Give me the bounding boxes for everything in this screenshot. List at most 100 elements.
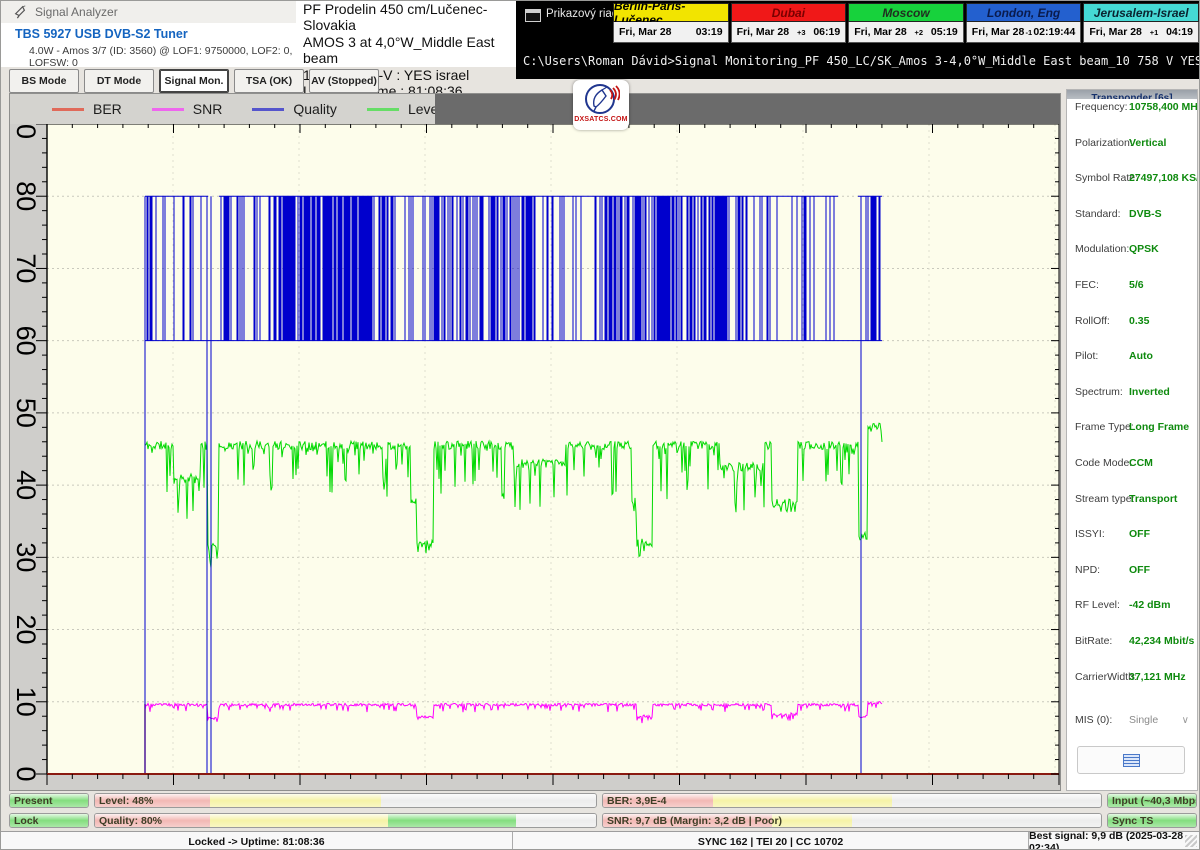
clock-widget[interactable]: London, EngFri, Mar 28-102:19:44	[966, 3, 1082, 47]
legend-swatch-ber	[52, 108, 84, 111]
transponder-row-value: OFF	[1129, 528, 1150, 540]
clock-widget[interactable]: Dubai Fri, Mar 28 +3 06:19	[731, 3, 847, 47]
tab-bs-mode[interactable]: BS Mode	[9, 69, 79, 93]
clock-city: Moscow	[848, 3, 964, 22]
status-bar: Locked -> Uptime: 81:08:36 SYNC 162 | TE…	[1, 831, 1200, 850]
indicator-input-40-3-mbps: Input (~40,3 Mbps)	[1107, 793, 1197, 808]
clock-widget[interactable]: Jerusalem-IsraelFri, Mar 28+104:19	[1083, 3, 1199, 47]
signal-analyzer-window: Signal Analyzer TBS 5927 USB DVB-S2 Tune…	[0, 0, 1200, 850]
resize-grip[interactable]	[1185, 835, 1197, 847]
legend-item-level[interactable]: Level	[367, 101, 441, 117]
signal-monitor-chart: BERSNRQualityLevel 0102030405060708090	[9, 93, 1061, 791]
world-clocks: Berlin-Paris-LučenecFri, Mar 2803:19Duba…	[613, 3, 1199, 47]
tab-av-stopped[interactable]: AV (Stopped)	[309, 69, 379, 93]
transponder-row: Code Mode:CCM	[1067, 457, 1197, 471]
chevron-down-icon[interactable]: ∨	[1182, 715, 1189, 726]
transponder-row-value: Inverted	[1129, 386, 1170, 398]
transponder-row-value: QPSK	[1129, 243, 1159, 255]
clock-time: 05:19	[931, 26, 958, 38]
transponder-row: ISSYI: OFF	[1067, 528, 1197, 542]
transponder-row-value: 0.35	[1129, 315, 1149, 327]
signal-plot: 0102030405060708090	[10, 124, 1062, 792]
tuner-name: TBS 5927 USB DVB-S2 Tuner	[15, 27, 188, 41]
transponder-row: RF Level:-42 dBm	[1067, 599, 1197, 613]
clock-time-row: Fri, Mar 2803:19	[613, 22, 729, 43]
station-line-1: PF Prodelin 450 cm/Lučenec-Slovakia	[296, 1, 516, 34]
transponder-row-label: NPD:	[1075, 564, 1100, 576]
window-title: Signal Analyzer	[35, 5, 118, 19]
tab-dt-mode[interactable]: DT Mode	[84, 69, 154, 93]
transponder-row-label: CarrierWidth:	[1075, 671, 1137, 683]
transponder-row-value: 10758,400 MHz	[1129, 101, 1198, 113]
transponder-row-value: 5/6	[1129, 279, 1144, 291]
dxsatcs-logo: DXSATCS.COM	[573, 80, 629, 130]
legend-label: Quality	[293, 101, 337, 117]
transponder-panel-header: Transponder [6s]	[1067, 90, 1197, 99]
indicator-label: Lock	[14, 814, 39, 828]
legend-item-ber[interactable]: BER	[52, 101, 122, 117]
clock-time: 03:19	[696, 26, 723, 38]
clock-time-row: Fri, Mar 28-102:19:44	[966, 22, 1082, 43]
mis-value: Single	[1129, 714, 1158, 726]
transponder-row: Standard:DVB-S	[1067, 208, 1197, 222]
clock-offset: -1	[1025, 28, 1032, 37]
indicator-sync-ts: Sync TS	[1107, 813, 1197, 828]
y-axis-label: 70	[11, 253, 41, 283]
clock-city: London, Eng	[966, 3, 1082, 22]
transponder-row: FEC: 5/6	[1067, 279, 1197, 293]
indicator-present: Present	[9, 793, 89, 808]
transponder-row: Stream type:Transport	[1067, 493, 1197, 507]
tab-tsa-ok[interactable]: TSA (OK)	[234, 69, 304, 93]
transponder-row: Spectrum:Inverted	[1067, 386, 1197, 400]
clock-city: Berlin-Paris-Lučenec	[613, 3, 729, 22]
clock-offset: +3	[797, 28, 806, 37]
y-axis-label: 50	[11, 398, 41, 428]
station-description: PF Prodelin 450 cm/Lučenec-SlovakiaAMOS …	[296, 1, 516, 67]
legend-item-snr[interactable]: SNR	[152, 101, 223, 117]
satellite-dish-icon	[13, 5, 27, 19]
transponder-panel: Transponder [6s] Frequency:10758,400 MHz…	[1066, 89, 1198, 791]
clock-widget[interactable]: Berlin-Paris-LučenecFri, Mar 2803:19	[613, 3, 729, 47]
mis-label: MIS (0):	[1075, 714, 1112, 726]
clock-widget[interactable]: MoscowFri, Mar 28+205:19	[848, 3, 964, 47]
legend-item-quality[interactable]: Quality	[252, 101, 337, 117]
terminal-window-icon	[525, 9, 541, 22]
mode-tabs: BS ModeDT ModeSignal Mon.TSA (OK)AV (Sto…	[9, 69, 379, 91]
station-line-2: AMOS 3 at 4,0°W_Middle East beam	[296, 34, 516, 67]
y-axis-label: 30	[11, 542, 41, 572]
transponder-row-label: RollOff:	[1075, 315, 1110, 327]
console-prompt-line[interactable]: C:\Users\Roman Dávid>Signal Monitoring_P…	[523, 54, 1200, 68]
indicator-label: SNR: 9,7 dB (Margin: 3,2 dB | Poor)	[607, 814, 782, 828]
dxsatcs-dish-icon	[582, 80, 620, 118]
tab-signal-mon[interactable]: Signal Mon.	[159, 69, 229, 93]
transponder-row-label: Frequency:	[1075, 101, 1128, 113]
clock-date: Fri, Mar 28	[737, 26, 790, 38]
transponder-row: Pilot:Auto	[1067, 350, 1197, 364]
clock-time: 06:19	[813, 26, 840, 38]
transponder-row-label: FEC:	[1075, 279, 1099, 291]
window-titlebar[interactable]: Signal Analyzer	[1, 1, 296, 23]
transponder-row-value: DVB-S	[1129, 208, 1162, 220]
mis-select-row[interactable]: MIS (0): Single ∨	[1067, 714, 1197, 728]
command-prompt-window[interactable]: Prikazový riadok Berlin-Paris-LučenecFri…	[516, 1, 1200, 79]
clock-city: Dubai	[731, 3, 847, 22]
transponder-row-value: Long Frame	[1129, 421, 1189, 433]
legend-swatch-level	[367, 108, 399, 111]
transponder-row-label: Pilot:	[1075, 350, 1098, 362]
transponder-row-label: Code Mode:	[1075, 457, 1132, 469]
transponder-row-value: -42 dBm	[1129, 599, 1170, 611]
y-axis-label: 40	[11, 470, 41, 500]
transponder-row-label: Stream type:	[1075, 493, 1135, 505]
transponder-list-button[interactable]	[1077, 746, 1185, 774]
tuner-lnb-info: 4.0W - Amos 3/7 (ID: 3560) @ LOF1: 97500…	[29, 45, 296, 69]
transponder-row-label: ISSYI:	[1075, 528, 1105, 540]
transponder-row-value: Transport	[1129, 493, 1177, 505]
transponder-row: NPD:OFF	[1067, 564, 1197, 578]
clock-time-row: Fri, Mar 28+205:19	[848, 22, 964, 43]
legend-label: BER	[93, 101, 122, 117]
clock-date: Fri, Mar 28	[972, 26, 1025, 38]
status-uptime: Locked -> Uptime: 81:08:36	[1, 832, 513, 850]
transponder-row-label: Modulation:	[1075, 243, 1129, 255]
transponder-row-value: Vertical	[1129, 137, 1166, 149]
dxsatcs-logo-text: DXSATCS.COM	[574, 116, 627, 123]
